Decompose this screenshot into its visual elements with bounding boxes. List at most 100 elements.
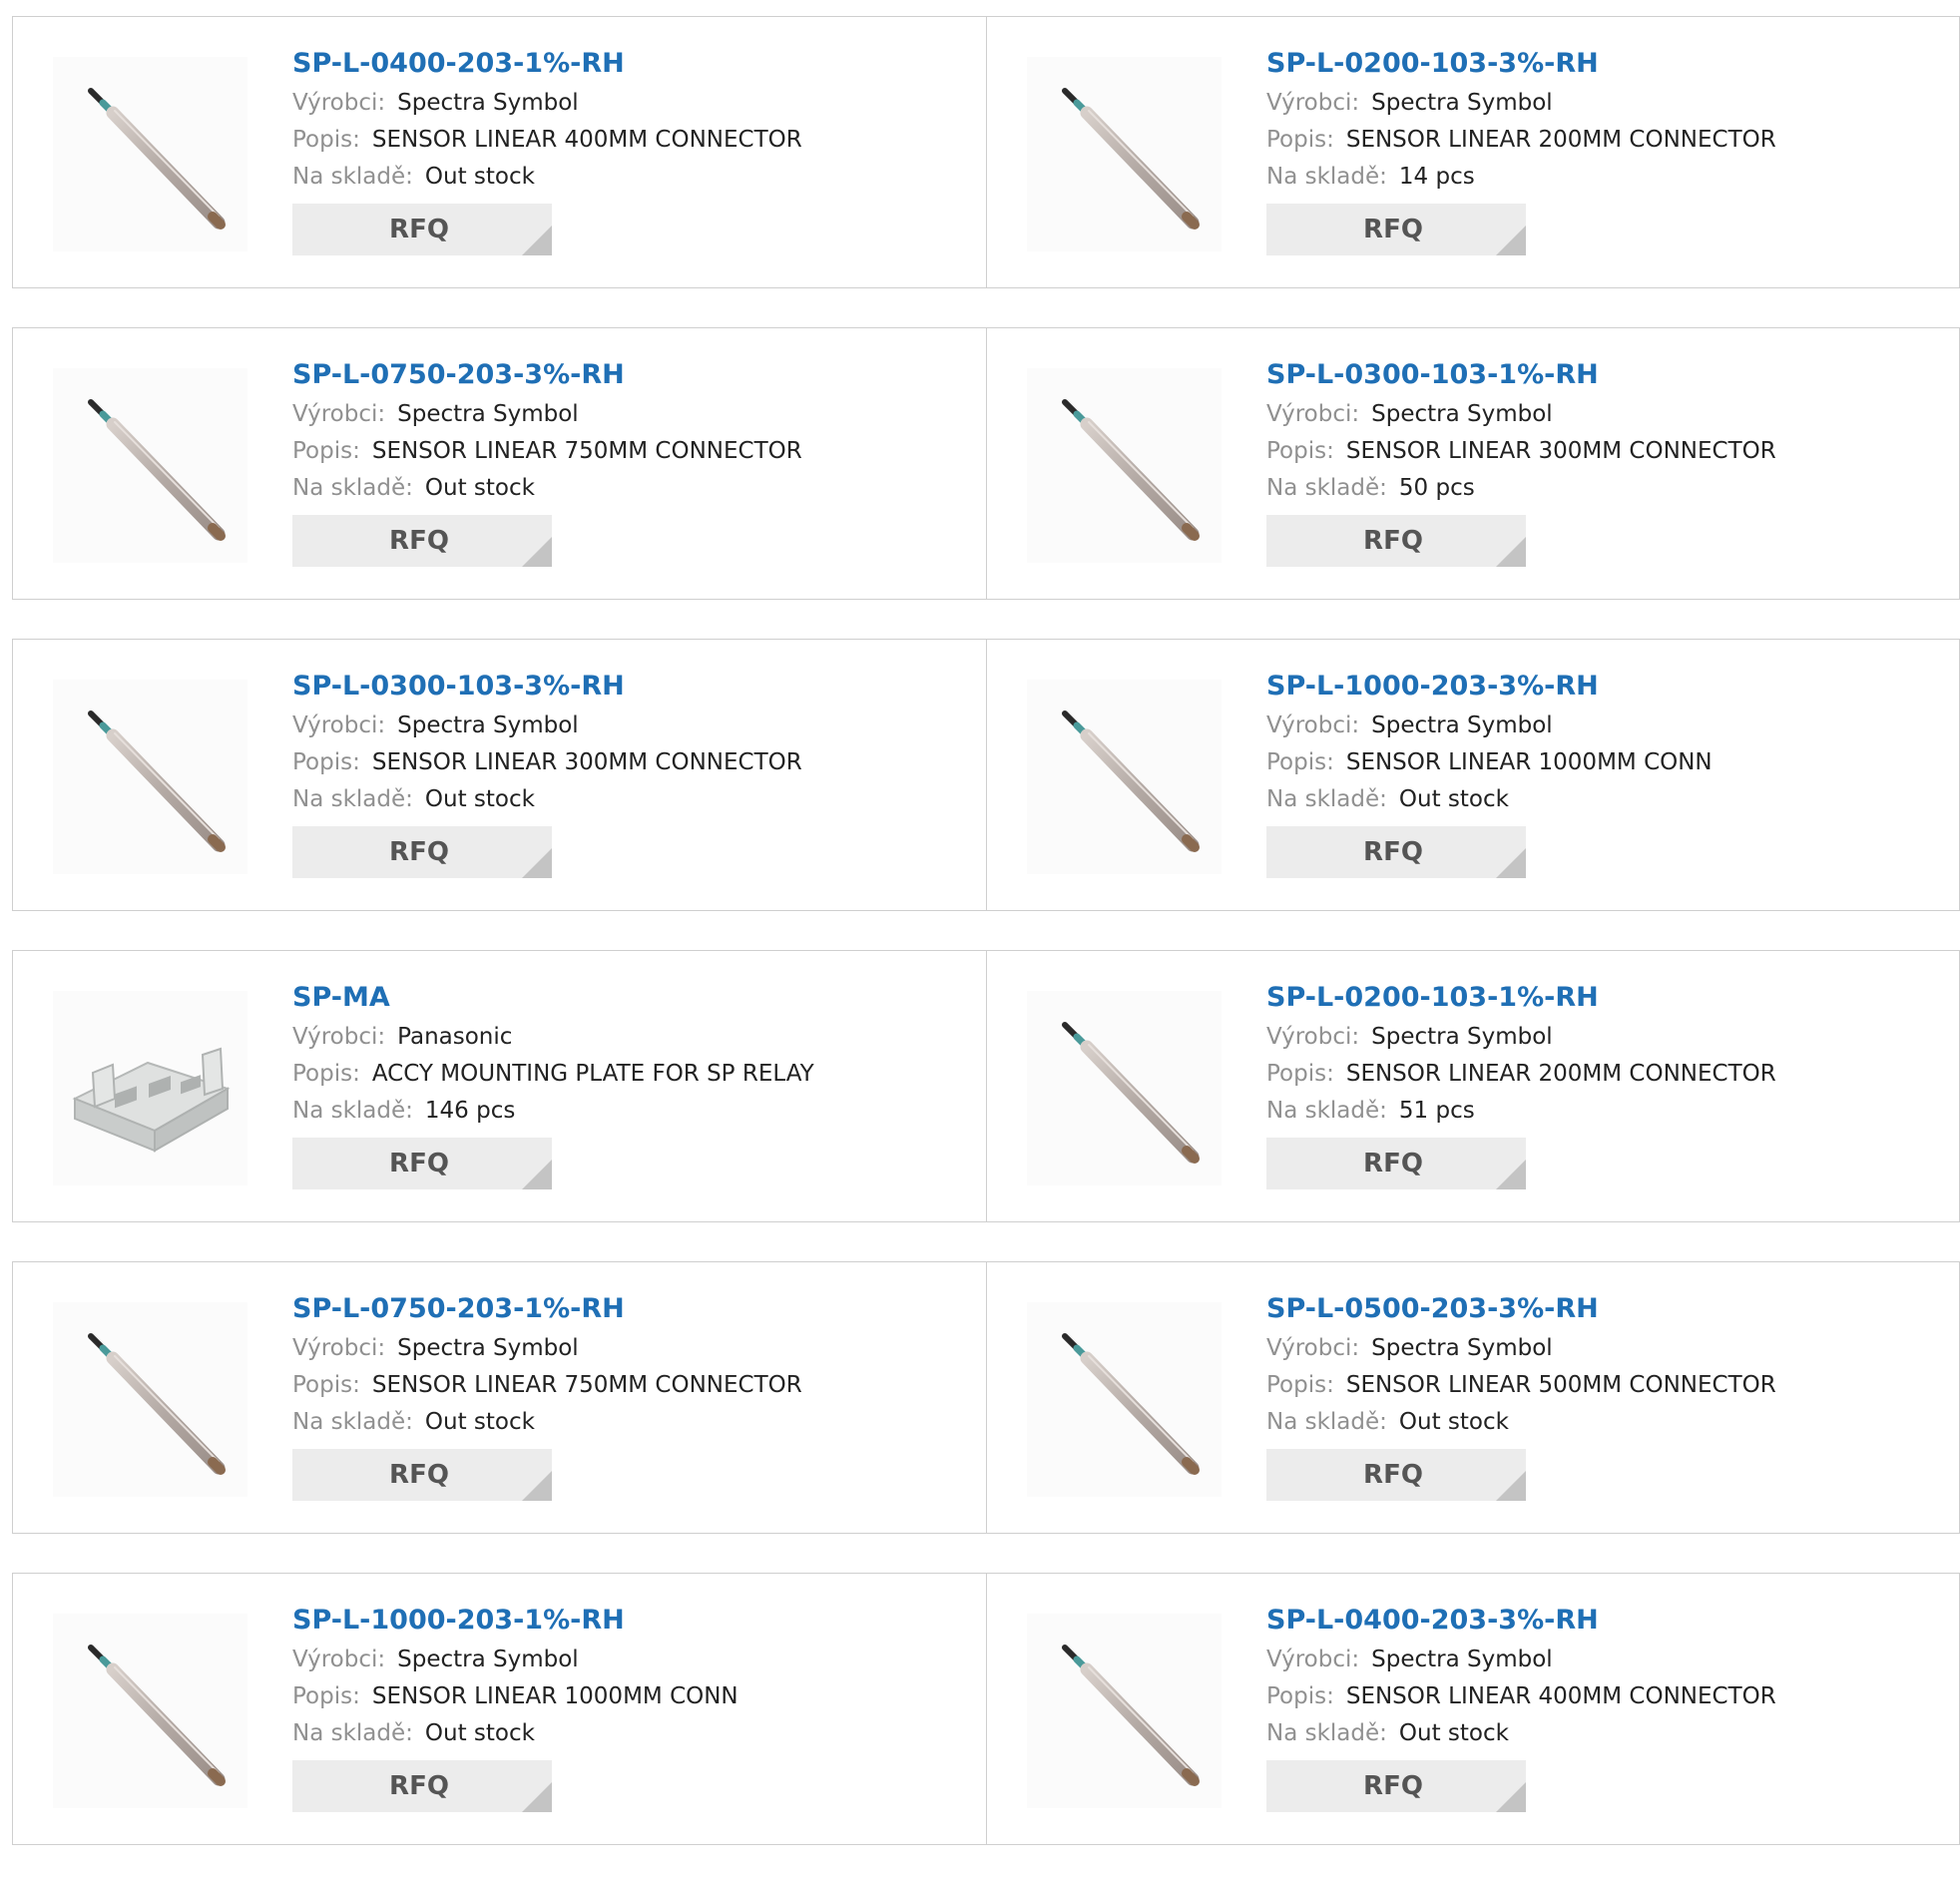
- product-title-link[interactable]: SP-L-1000-203-3%-RH: [1266, 670, 1713, 707]
- rfq-button-label: RFQ: [389, 215, 449, 244]
- description-label: Popis:: [292, 1683, 360, 1709]
- stock-row: Na skladě: Out stock: [292, 470, 802, 507]
- product-row: SP-L-0400-203-1%-RH Výrobci: Spectra Symbo…: [12, 16, 1960, 288]
- product-card: SP-L-0200-103-3%-RH Výrobci: Spectra Symbo…: [987, 16, 1960, 288]
- stock-row: Na skladě: Out stock: [292, 159, 802, 196]
- manufacturer-label: Výrobci:: [1266, 90, 1360, 116]
- linear-sensor-icon: [1027, 368, 1222, 563]
- product-image[interactable]: [1027, 57, 1222, 251]
- description-label: Popis:: [292, 438, 360, 464]
- corner-triangle-icon: [522, 848, 552, 878]
- description-value: SENSOR LINEAR 400MM CONNECTOR: [371, 127, 802, 153]
- rfq-button-label: RFQ: [1363, 837, 1423, 867]
- corner-triangle-icon: [1496, 1160, 1526, 1189]
- description-label: Popis:: [1266, 749, 1334, 775]
- product-image[interactable]: [53, 368, 247, 563]
- stock-value: 146 pcs: [424, 1098, 516, 1124]
- rfq-button-label: RFQ: [389, 837, 449, 867]
- description-value: SENSOR LINEAR 300MM CONNECTOR: [1345, 438, 1776, 464]
- description-row: Popis: SENSOR LINEAR 400MM CONNECTOR: [1266, 1678, 1776, 1715]
- product-row: SP-MA Výrobci: Panasonic Popis: ACCY MOUNTIN…: [12, 950, 1960, 1222]
- product-title-link[interactable]: SP-L-0200-103-3%-RH: [1266, 47, 1776, 85]
- stock-row: Na skladě: Out stock: [1266, 1404, 1776, 1441]
- product-image[interactable]: [53, 680, 247, 874]
- stock-label: Na skladě:: [292, 1098, 413, 1124]
- rfq-button[interactable]: RFQ: [1266, 1449, 1526, 1501]
- product-title-link[interactable]: SP-L-0400-203-1%-RH: [292, 47, 802, 85]
- product-image[interactable]: [1027, 1614, 1222, 1808]
- product-card: SP-L-1000-203-1%-RH Výrobci: Spectra Symbo…: [12, 1573, 987, 1845]
- description-value: SENSOR LINEAR 750MM CONNECTOR: [371, 438, 802, 464]
- stock-row: Na skladě: Out stock: [1266, 1715, 1776, 1752]
- product-info: SP-L-1000-203-1%-RH Výrobci: Spectra Symbo…: [292, 1604, 738, 1812]
- product-title-link[interactable]: SP-L-1000-203-1%-RH: [292, 1604, 738, 1642]
- stock-value: Out stock: [1398, 1409, 1509, 1435]
- rfq-button[interactable]: RFQ: [292, 1760, 552, 1812]
- product-title-link[interactable]: SP-L-0300-103-1%-RH: [1266, 358, 1776, 396]
- manufacturer-value: Spectra Symbol: [1371, 1335, 1553, 1361]
- rfq-button[interactable]: RFQ: [292, 1449, 552, 1501]
- corner-triangle-icon: [522, 537, 552, 567]
- linear-sensor-icon: [53, 680, 247, 874]
- manufacturer-row: Výrobci: Panasonic: [292, 1019, 814, 1056]
- product-title-link[interactable]: SP-L-0200-103-1%-RH: [1266, 981, 1776, 1019]
- description-row: Popis: SENSOR LINEAR 1000MM CONN: [292, 1678, 738, 1715]
- manufacturer-row: Výrobci: Spectra Symbol: [292, 396, 802, 433]
- product-title-link[interactable]: SP-L-0750-203-1%-RH: [292, 1292, 802, 1330]
- corner-triangle-icon: [1496, 1471, 1526, 1501]
- manufacturer-row: Výrobci: Spectra Symbol: [1266, 707, 1713, 744]
- stock-label: Na skladě:: [292, 1409, 413, 1435]
- manufacturer-label: Výrobci:: [292, 90, 386, 116]
- product-image[interactable]: [1027, 680, 1222, 874]
- description-label: Popis:: [292, 1061, 360, 1087]
- manufacturer-row: Výrobci: Spectra Symbol: [292, 707, 802, 744]
- rfq-button[interactable]: RFQ: [292, 826, 552, 878]
- rfq-button[interactable]: RFQ: [1266, 515, 1526, 567]
- manufacturer-label: Výrobci:: [1266, 712, 1360, 738]
- manufacturer-value: Panasonic: [397, 1024, 513, 1050]
- product-title-link[interactable]: SP-L-0500-203-3%-RH: [1266, 1292, 1776, 1330]
- stock-value: Out stock: [424, 164, 535, 190]
- manufacturer-row: Výrobci: Spectra Symbol: [1266, 1330, 1776, 1367]
- description-label: Popis:: [292, 749, 360, 775]
- product-title-link[interactable]: SP-L-0750-203-3%-RH: [292, 358, 802, 396]
- product-title-link[interactable]: SP-MA: [292, 981, 814, 1019]
- rfq-button[interactable]: RFQ: [292, 515, 552, 567]
- corner-triangle-icon: [1496, 226, 1526, 255]
- product-card: SP-L-0200-103-1%-RH Výrobci: Spectra Symbo…: [987, 950, 1960, 1222]
- rfq-button[interactable]: RFQ: [1266, 826, 1526, 878]
- corner-triangle-icon: [1496, 537, 1526, 567]
- stock-label: Na skladě:: [1266, 1098, 1387, 1124]
- linear-sensor-icon: [1027, 57, 1222, 251]
- product-card: SP-MA Výrobci: Panasonic Popis: ACCY MOUNTIN…: [12, 950, 987, 1222]
- linear-sensor-icon: [53, 368, 247, 563]
- description-label: Popis:: [292, 127, 360, 153]
- manufacturer-value: Spectra Symbol: [1371, 401, 1553, 427]
- stock-label: Na skladě:: [1266, 786, 1387, 812]
- product-title-link[interactable]: SP-L-0400-203-3%-RH: [1266, 1604, 1776, 1642]
- stock-label: Na skladě:: [292, 1720, 413, 1746]
- description-row: Popis: SENSOR LINEAR 500MM CONNECTOR: [1266, 1367, 1776, 1404]
- rfq-button[interactable]: RFQ: [1266, 204, 1526, 255]
- product-image[interactable]: [53, 1614, 247, 1808]
- product-image[interactable]: [1027, 991, 1222, 1185]
- product-image[interactable]: [1027, 368, 1222, 563]
- product-title-link[interactable]: SP-L-0300-103-3%-RH: [292, 670, 802, 707]
- manufacturer-row: Výrobci: Spectra Symbol: [1266, 396, 1776, 433]
- rfq-button[interactable]: RFQ: [292, 204, 552, 255]
- product-image[interactable]: [53, 991, 247, 1185]
- rfq-button[interactable]: RFQ: [1266, 1138, 1526, 1189]
- product-image[interactable]: [53, 1302, 247, 1497]
- manufacturer-value: Spectra Symbol: [1371, 1647, 1553, 1672]
- manufacturer-row: Výrobci: Spectra Symbol: [292, 1642, 738, 1678]
- manufacturer-label: Výrobci:: [1266, 401, 1360, 427]
- rfq-button[interactable]: RFQ: [1266, 1760, 1526, 1812]
- product-image[interactable]: [53, 57, 247, 251]
- stock-row: Na skladě: 51 pcs: [1266, 1093, 1776, 1130]
- corner-triangle-icon: [522, 1471, 552, 1501]
- description-label: Popis:: [1266, 1683, 1334, 1709]
- corner-triangle-icon: [1496, 848, 1526, 878]
- product-image[interactable]: [1027, 1302, 1222, 1497]
- rfq-button-label: RFQ: [1363, 215, 1423, 244]
- rfq-button[interactable]: RFQ: [292, 1138, 552, 1189]
